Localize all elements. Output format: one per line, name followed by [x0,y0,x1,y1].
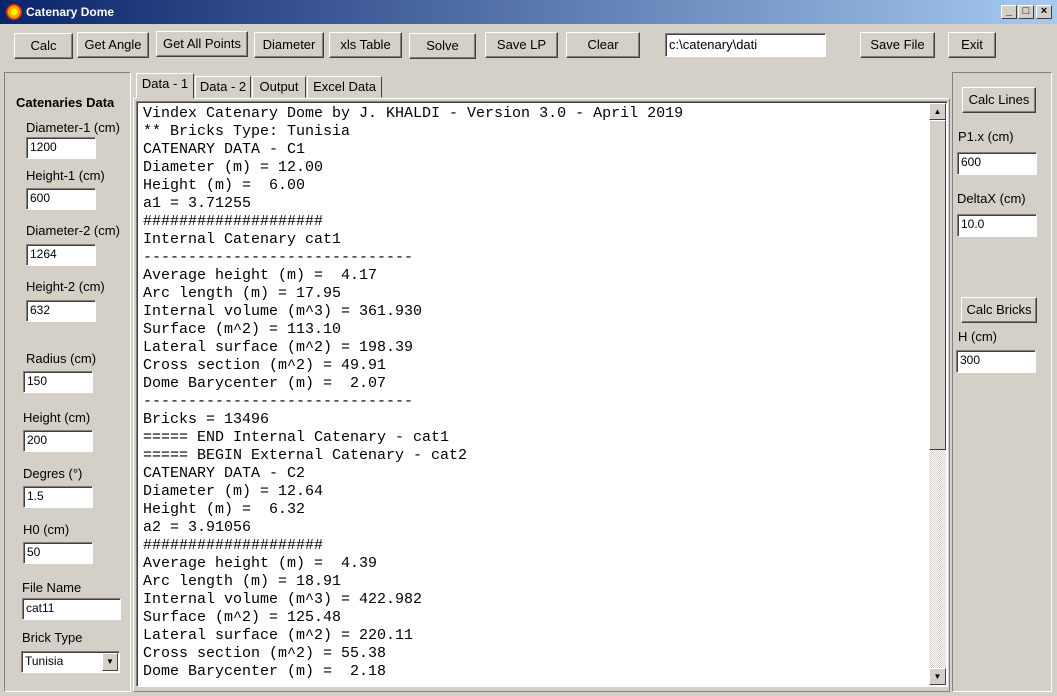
h0-input[interactable]: 50 [23,542,93,564]
deltax-label: DeltaX (cm) [957,191,1026,206]
scroll-thumb[interactable] [929,120,946,450]
path-input[interactable]: c:\catenary\dati [665,33,826,57]
close-icon[interactable]: × [1036,5,1052,19]
height2-input[interactable]: 632 [26,300,96,322]
p1x-label: P1.x (cm) [958,129,1014,144]
h-input[interactable]: 300 [956,350,1036,373]
height1-label: Height-1 (cm) [26,168,105,183]
title-bar [0,0,1057,24]
p1x-input[interactable]: 600 [957,152,1037,175]
calc-bricks-button[interactable]: Calc Bricks [961,297,1037,323]
window-title: Catenary Dome [26,5,115,19]
app-icon [6,4,22,20]
output-textarea[interactable]: Vindex Catenary Dome by J. KHALDI - Vers… [136,101,948,687]
tab-data-2[interactable]: Data - 2 [195,76,251,98]
exit-button[interactable]: Exit [948,32,996,58]
get-all-points-button[interactable]: Get All Points [156,31,248,57]
tab-excel-data[interactable]: Excel Data [307,76,382,98]
chevron-down-icon[interactable]: ▼ [102,653,118,671]
radius-label: Radius (cm) [26,351,97,366]
save-lp-button[interactable]: Save LP [485,32,558,58]
catenaries-data-heading: Catenaries Data [16,95,115,110]
diameter1-input[interactable]: 1200 [26,137,96,159]
calc-lines-button[interactable]: Calc Lines [962,87,1036,113]
calc-button[interactable]: Calc [14,33,73,59]
output-text: Vindex Catenary Dome by J. KHALDI - Vers… [143,105,684,680]
radius-input[interactable]: 150 [23,371,93,393]
save-file-button[interactable]: Save File [860,32,935,58]
height2-label: Height-2 (cm) [26,279,105,294]
scroll-down-icon[interactable]: ▼ [929,668,946,685]
h0-label: H0 (cm) [23,522,70,537]
diameter2-input[interactable]: 1264 [26,244,96,266]
brick-type-label: Brick Type [22,630,83,645]
diameter-button[interactable]: Diameter [254,32,324,58]
degrees-label: Degres (°) [23,466,83,481]
deltax-input[interactable]: 10.0 [957,214,1037,237]
xls-table-button[interactable]: xls Table [329,32,402,58]
clear-button[interactable]: Clear [566,32,640,58]
degrees-input[interactable]: 1.5 [23,486,93,508]
height-label: Height (cm) [23,410,91,425]
tab-data-1[interactable]: Data - 1 [136,73,194,99]
get-angle-button[interactable]: Get Angle [77,32,149,58]
tab-output[interactable]: Output [252,76,306,98]
diameter2-label: Diameter-2 (cm) [26,223,120,238]
diameter1-label: Diameter-1 (cm) [26,120,120,135]
solve-button[interactable]: Solve [409,33,476,59]
minimize-icon[interactable]: _ [1001,5,1017,19]
h-label: H (cm) [958,329,997,344]
maximize-icon[interactable]: □ [1018,5,1034,19]
height1-input[interactable]: 600 [26,188,96,210]
height-input[interactable]: 200 [23,430,93,452]
file-name-label: File Name [22,580,82,595]
scroll-up-icon[interactable]: ▲ [929,103,946,120]
file-name-input[interactable]: cat11 [22,598,121,620]
